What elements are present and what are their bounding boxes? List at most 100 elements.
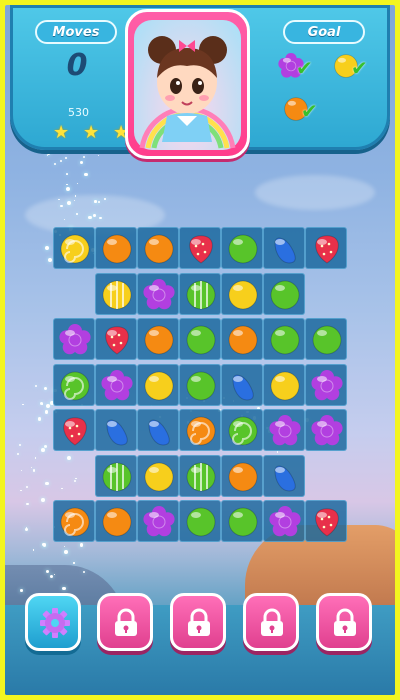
- board-cell[interactable]: [137, 318, 179, 360]
- green-round-candy-icon[interactable]: [311, 324, 343, 356]
- board-cell[interactable]: [305, 500, 347, 542]
- board-cell[interactable]: [221, 454, 263, 497]
- board-cell[interactable]: [179, 318, 221, 360]
- board-cell[interactable]: [53, 318, 95, 360]
- blue-bean-candy-icon[interactable]: [101, 415, 133, 447]
- board-cell[interactable]: [221, 409, 263, 451]
- purple-flower-candy-icon[interactable]: [269, 415, 301, 447]
- goal-label: Goal: [283, 20, 365, 44]
- blue-bean-candy-icon[interactable]: [269, 461, 301, 493]
- purple-flower-candy-icon[interactable]: [143, 506, 175, 538]
- green-round-candy-icon[interactable]: [227, 506, 259, 538]
- board-cell[interactable]: [263, 454, 305, 497]
- green-round-candy-icon[interactable]: [269, 279, 301, 311]
- purple-flower-candy-icon[interactable]: [59, 324, 91, 356]
- orange-round-candy-icon[interactable]: [101, 233, 133, 265]
- board-cell[interactable]: [137, 500, 179, 542]
- green-striped-candy-icon[interactable]: [185, 279, 217, 311]
- board-cell[interactable]: [179, 500, 221, 542]
- purple-flower-candy-icon[interactable]: [311, 369, 343, 402]
- star-icon: ★: [53, 122, 70, 143]
- orange-swirl-candy-icon[interactable]: [185, 415, 217, 447]
- board-cell[interactable]: [95, 409, 137, 451]
- board-cell[interactable]: [137, 227, 179, 269]
- red-strawberry-candy-icon[interactable]: [311, 506, 343, 538]
- settings-button[interactable]: [25, 593, 81, 651]
- green-round-candy-icon[interactable]: [269, 324, 301, 356]
- board-cell[interactable]: [179, 272, 221, 315]
- green-round-candy-icon[interactable]: [227, 233, 259, 265]
- orange-swirl-candy-icon[interactable]: [59, 506, 91, 538]
- purple-flower-candy-icon[interactable]: [311, 415, 343, 447]
- board-cell[interactable]: [263, 318, 305, 360]
- board-cell[interactable]: [221, 363, 263, 406]
- orange-round-candy-icon[interactable]: [101, 506, 133, 538]
- board-cell[interactable]: [137, 363, 179, 406]
- orange-round-candy-icon[interactable]: [143, 324, 175, 356]
- board-cell[interactable]: [95, 454, 137, 497]
- board-cell[interactable]: [221, 227, 263, 269]
- board-cell[interactable]: [305, 318, 347, 360]
- board-cell[interactable]: [95, 363, 137, 406]
- board-cell[interactable]: [305, 227, 347, 269]
- green-swirl-candy-icon[interactable]: [59, 370, 91, 402]
- board-cell[interactable]: [263, 500, 305, 542]
- board-cell[interactable]: [95, 500, 137, 542]
- blue-bean-candy-icon[interactable]: [269, 233, 301, 265]
- orange-round-candy-icon[interactable]: [227, 324, 259, 356]
- board-cell[interactable]: [53, 500, 95, 542]
- red-strawberry-candy-icon[interactable]: [101, 324, 133, 356]
- sparkle: [41, 403, 44, 405]
- red-strawberry-candy-icon[interactable]: [311, 233, 343, 265]
- green-swirl-candy-icon[interactable]: [227, 415, 259, 447]
- yellow-striped-candy-icon[interactable]: [101, 279, 133, 311]
- board-cell[interactable]: [179, 409, 221, 451]
- sparkle: [48, 257, 52, 262]
- board-cell[interactable]: [179, 363, 221, 406]
- board-cell[interactable]: [53, 409, 95, 451]
- green-round-candy-icon[interactable]: [185, 370, 217, 402]
- green-striped-candy-icon[interactable]: [101, 461, 133, 493]
- yellow-round-candy-icon[interactable]: [143, 370, 175, 402]
- red-strawberry-candy-icon[interactable]: [185, 233, 217, 265]
- board-cell[interactable]: [95, 227, 137, 269]
- board-cell[interactable]: [305, 409, 347, 451]
- board-cell[interactable]: [53, 227, 95, 269]
- blue-bean-candy-icon[interactable]: [227, 370, 259, 402]
- orange-round-candy-icon[interactable]: [143, 233, 175, 265]
- red-strawberry-candy-icon[interactable]: [59, 415, 91, 447]
- board-cell[interactable]: [263, 272, 305, 315]
- board-cell[interactable]: [221, 318, 263, 360]
- locked-booster-button[interactable]: [243, 593, 299, 651]
- board-cell[interactable]: [137, 409, 179, 451]
- board-cell[interactable]: [305, 363, 347, 406]
- yellow-round-candy-icon[interactable]: [227, 279, 259, 311]
- yellow-swirl-candy-icon[interactable]: [59, 233, 91, 265]
- yellow-round-candy-icon[interactable]: [143, 461, 175, 493]
- yellow-round-candy-icon[interactable]: [269, 370, 301, 402]
- blue-bean-candy-icon[interactable]: [143, 415, 175, 447]
- sparkle: [34, 385, 38, 388]
- green-round-candy-icon[interactable]: [185, 324, 217, 356]
- board-cell[interactable]: [179, 454, 221, 497]
- locked-booster-button[interactable]: [316, 593, 372, 651]
- orange-round-candy-icon[interactable]: [227, 461, 259, 493]
- board-cell[interactable]: [137, 272, 179, 315]
- purple-flower-candy-icon[interactable]: [269, 506, 301, 538]
- board-cell[interactable]: [95, 272, 137, 315]
- board-cell[interactable]: [137, 454, 179, 497]
- board-cell[interactable]: [263, 227, 305, 269]
- locked-booster-button[interactable]: [97, 593, 153, 651]
- green-striped-candy-icon[interactable]: [185, 461, 217, 493]
- board-cell[interactable]: [263, 409, 305, 451]
- purple-flower-candy-icon[interactable]: [101, 369, 133, 402]
- board-cell[interactable]: [95, 318, 137, 360]
- board-cell[interactable]: [263, 363, 305, 406]
- purple-flower-candy-icon[interactable]: [143, 278, 175, 311]
- green-round-candy-icon[interactable]: [185, 506, 217, 538]
- board-cell[interactable]: [221, 272, 263, 315]
- board-cell[interactable]: [53, 363, 95, 406]
- board-cell[interactable]: [221, 500, 263, 542]
- locked-booster-button[interactable]: [170, 593, 226, 651]
- board-cell[interactable]: [179, 227, 221, 269]
